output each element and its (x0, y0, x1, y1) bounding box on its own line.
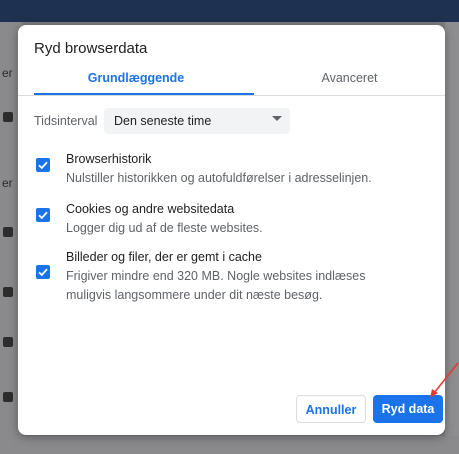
option-title: Cookies og andre websitedata (66, 202, 235, 216)
checkmark-icon (38, 268, 48, 277)
browsing-history-checkbox[interactable] (36, 158, 50, 172)
tabs-divider (18, 95, 445, 96)
cookies-checkbox[interactable] (36, 208, 50, 222)
clear-data-button[interactable]: Ryd data (373, 395, 443, 423)
checkmark-icon (38, 211, 48, 220)
dialog-tabs: Grundlæggende Avanceret (18, 63, 445, 95)
option-description: Nulstiller historikken og autofuldførels… (66, 171, 372, 185)
checkmark-icon (38, 161, 48, 170)
clear-browsing-data-dialog: Ryd browserdata Grundlæggende Avanceret … (18, 25, 445, 435)
option-description: Logger dig ud af de fleste websites. (66, 221, 263, 235)
tab-basic[interactable]: Grundlæggende (18, 63, 254, 93)
background-icon (3, 112, 13, 122)
background-page-bottom (0, 436, 459, 454)
partial-text-fragment: er (2, 66, 13, 80)
background-icon (3, 337, 13, 347)
background-icon (3, 227, 13, 237)
partial-text-fragment: er (2, 176, 13, 190)
cached-files-checkbox[interactable] (36, 265, 50, 279)
background-icon (3, 287, 13, 297)
dialog-title: Ryd browserdata (34, 40, 148, 57)
browser-top-bar (0, 0, 459, 22)
time-range-selected-value: Den seneste time (114, 114, 212, 128)
option-title: Browserhistorik (66, 152, 152, 166)
tab-advanced[interactable]: Avanceret (254, 63, 445, 93)
option-title: Billeder og filer, der er gemt i cache (66, 250, 262, 264)
background-page-right (445, 22, 459, 454)
cancel-button[interactable]: Annuller (296, 395, 366, 423)
time-range-select[interactable]: Den seneste time (104, 108, 290, 134)
dropdown-arrow-icon (272, 116, 282, 121)
background-icon (3, 392, 13, 402)
time-range-label: Tidsinterval (34, 114, 98, 128)
option-description: Frigiver mindre end 320 MB. Nogle websit… (66, 269, 366, 302)
